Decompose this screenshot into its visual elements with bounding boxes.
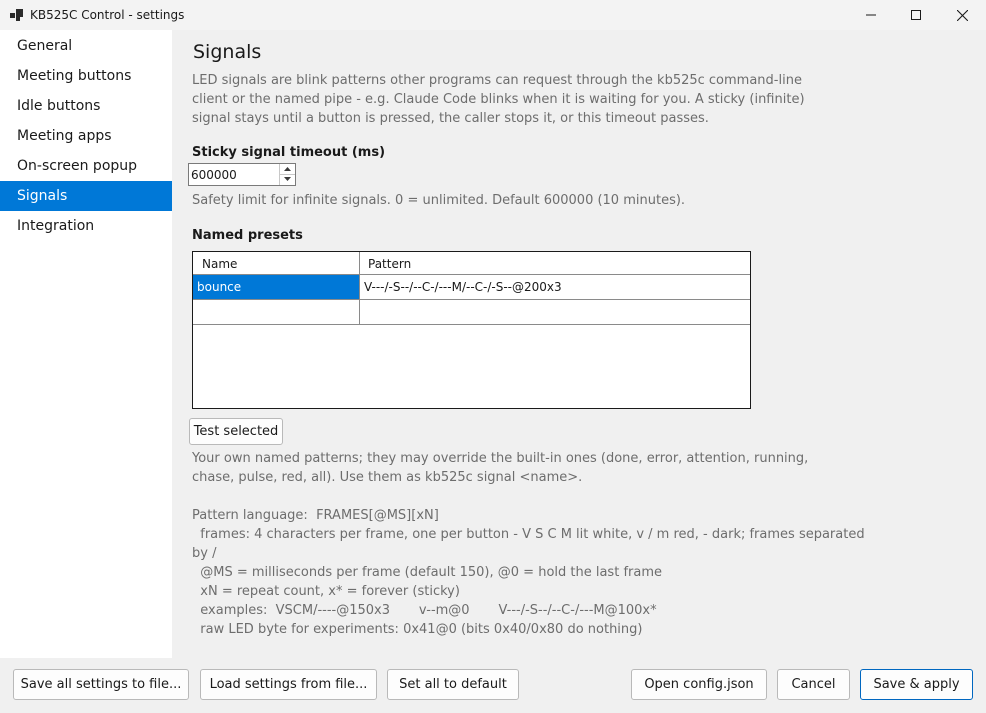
signals-description: LED signals are blink patterns other pro…: [192, 73, 805, 126]
close-icon: [956, 9, 968, 21]
timeout-hint: Safety limit for infinite signals. 0 = u…: [192, 193, 686, 208]
app-icon: [10, 9, 23, 21]
sidebar-item-general[interactable]: General: [0, 31, 172, 61]
pattern-help-line: by /: [192, 546, 217, 561]
pattern-help-line: frames: 4 characters per frame, one per …: [192, 527, 865, 542]
test-selected-button[interactable]: Test selected: [189, 418, 283, 445]
timeout-label: Sticky signal timeout (ms): [192, 145, 386, 160]
close-button[interactable]: [939, 0, 985, 30]
timeout-input[interactable]: [189, 164, 279, 185]
load-settings-button[interactable]: Load settings from file...: [200, 669, 377, 700]
save-apply-button[interactable]: Save & apply: [860, 669, 973, 700]
open-config-button[interactable]: Open config.json: [631, 669, 767, 700]
window-title: KB525C Control - settings: [30, 8, 185, 22]
save-all-settings-button[interactable]: Save all settings to file...: [13, 669, 189, 700]
table-row[interactable]: bounce V---/-S--/--C-/---M/--C-/-S--@200…: [193, 275, 750, 300]
sidebar: General Meeting buttons Idle buttons Mee…: [0, 31, 173, 657]
minimize-button[interactable]: [848, 0, 894, 30]
pattern-help-line: examples: VSCM/----@150x3 v--m@0 V---/-S…: [192, 603, 657, 618]
stepper-down-button[interactable]: [280, 174, 295, 184]
maximize-button[interactable]: [893, 0, 939, 30]
column-divider: [359, 252, 360, 324]
pattern-help-line: Pattern language: FRAMES[@MS][xN]: [192, 508, 439, 523]
sidebar-item-meeting-apps[interactable]: Meeting apps: [0, 121, 172, 151]
presets-table[interactable]: Name Pattern bounce V---/-S--/--C-/---M/…: [192, 251, 751, 409]
triangle-down-icon: [284, 177, 291, 181]
sidebar-item-on-screen-popup[interactable]: On-screen popup: [0, 151, 172, 181]
triangle-up-icon: [284, 167, 291, 171]
sidebar-item-idle-buttons[interactable]: Idle buttons: [0, 91, 172, 121]
column-header-pattern[interactable]: Pattern: [368, 257, 411, 271]
maximize-icon: [911, 10, 921, 20]
cell-name[interactable]: bounce: [193, 275, 359, 299]
set-default-button[interactable]: Set all to default: [387, 669, 519, 700]
pattern-help-line: raw LED byte for experiments: 0x41@0 (bi…: [192, 622, 643, 637]
minimize-icon: [866, 14, 876, 16]
page-title: Signals: [193, 41, 262, 63]
sidebar-item-signals[interactable]: Signals: [0, 181, 172, 211]
column-header-name[interactable]: Name: [202, 257, 237, 271]
presets-help: Your own named patterns; they may overri…: [192, 451, 809, 485]
stepper-buttons: [279, 164, 295, 185]
cell-pattern[interactable]: [360, 300, 750, 324]
timeout-stepper[interactable]: [188, 163, 296, 186]
cell-name[interactable]: [193, 300, 359, 324]
sidebar-item-integration[interactable]: Integration: [0, 211, 172, 241]
footer-bar: Save all settings to file... Load settin…: [0, 658, 986, 713]
table-row-new[interactable]: [193, 300, 750, 325]
pattern-help-line: @MS = milliseconds per frame (default 15…: [192, 565, 662, 580]
title-bar: KB525C Control - settings: [0, 0, 986, 30]
cancel-button[interactable]: Cancel: [777, 669, 850, 700]
cell-pattern[interactable]: V---/-S--/--C-/---M/--C-/-S--@200x3: [360, 275, 750, 299]
table-header: Name Pattern: [193, 252, 750, 275]
sidebar-item-meeting-buttons[interactable]: Meeting buttons: [0, 61, 172, 91]
presets-label: Named presets: [192, 228, 303, 243]
signals-panel: Signals LED signals are blink patterns o…: [172, 30, 986, 658]
pattern-help-line: xN = repeat count, x* = forever (sticky): [192, 584, 460, 599]
